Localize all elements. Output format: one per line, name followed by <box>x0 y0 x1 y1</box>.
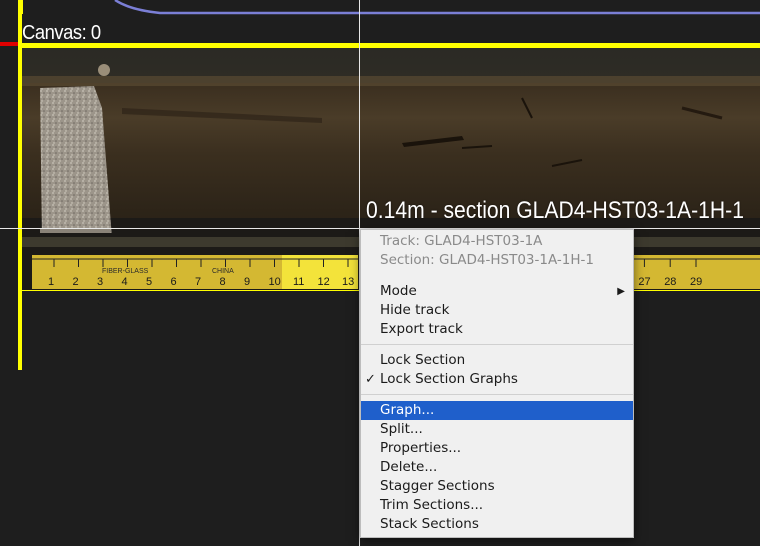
ruler-brand-text: FIBER-GLASS <box>102 268 149 275</box>
ruler-tick-label: 8 <box>220 276 226 288</box>
context-menu: Track: GLAD4-HST03-1A Section: GLAD4-HST… <box>360 229 634 538</box>
menu-separator <box>361 344 633 345</box>
ruler-tick-label: 9 <box>244 276 250 288</box>
canvas-label: Canvas: 0 <box>22 22 101 44</box>
menu-item-mode[interactable]: Mode ▶ <box>361 282 633 301</box>
menu-item-lock-section-graphs[interactable]: ✓ Lock Section Graphs <box>361 370 633 389</box>
chevron-right-icon: ▶ <box>617 286 625 297</box>
ruler-tick-label: 27 <box>638 276 650 288</box>
menu-separator <box>361 394 633 395</box>
ruler-tick-label: 3 <box>97 276 103 288</box>
ruler-tick-label: 7 <box>195 276 201 288</box>
ruler-tick-label: 10 <box>269 276 281 288</box>
ruler-tick-label: 29 <box>690 276 702 288</box>
menu-item-graph[interactable]: Graph... <box>361 401 633 420</box>
menu-item-split[interactable]: Split... <box>361 420 633 439</box>
frame-top-small <box>18 0 23 14</box>
ruler-tick-label: 1 <box>48 276 54 288</box>
ruler-tick-label: 5 <box>146 276 152 288</box>
depth-marker-red <box>0 42 20 46</box>
menu-info-section: Section: GLAD4-HST03-1A-1H-1 <box>380 252 594 268</box>
ruler-tick-label: 13 <box>342 276 354 288</box>
ruler-tick-label: 12 <box>318 276 330 288</box>
section-depth-label: 0.14m - section GLAD4-HST03-1A-1H-1 <box>366 197 744 224</box>
checkmark-icon: ✓ <box>365 372 376 387</box>
menu-info-track: Track: GLAD4-HST03-1A <box>380 233 543 249</box>
menu-item-delete[interactable]: Delete... <box>361 458 633 477</box>
ruler-tick-label: 28 <box>664 276 676 288</box>
menu-item-lock-section[interactable]: Lock Section <box>361 351 633 370</box>
menu-item-hide-track[interactable]: Hide track <box>361 301 633 320</box>
menu-item-export-track[interactable]: Export track <box>361 320 633 339</box>
ruler-tick-label: 2 <box>73 276 79 288</box>
graph-track-strip <box>0 0 760 20</box>
ruler-brand-text: CHINA <box>212 268 234 275</box>
menu-item-trim-sections[interactable]: Trim Sections... <box>361 496 633 515</box>
menu-item-properties[interactable]: Properties... <box>361 439 633 458</box>
menu-item-stack-sections[interactable]: Stack Sections <box>361 515 633 534</box>
menu-item-stagger-sections[interactable]: Stagger Sections <box>361 477 633 496</box>
menu-item-lock-section-graphs-label: Lock Section Graphs <box>380 371 518 387</box>
ruler-tick-label: 6 <box>171 276 177 288</box>
ruler-tick-label: 4 <box>122 276 128 288</box>
ruler-tick-label: 11 <box>293 276 304 288</box>
menu-item-mode-label: Mode <box>380 283 417 299</box>
